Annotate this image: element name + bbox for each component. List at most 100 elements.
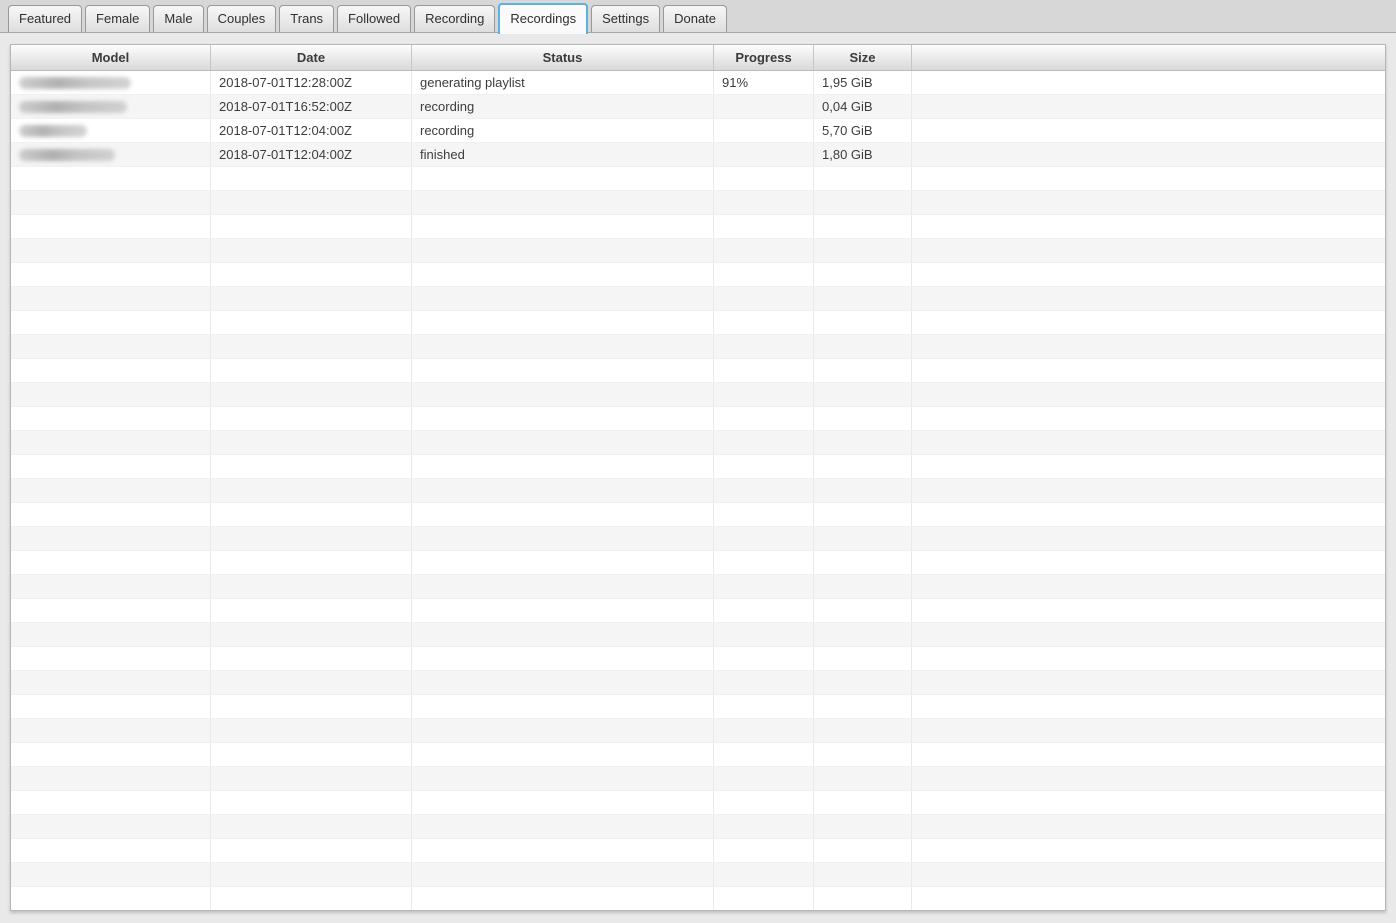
tab-featured[interactable]: Featured [8,5,83,32]
cell-progress [714,215,814,238]
cell-size [814,455,912,478]
cell-progress [714,431,814,454]
tab-settings[interactable]: Settings [591,5,661,32]
cell-progress [714,335,814,358]
cell-date [211,431,412,454]
column-header-size[interactable]: Size [814,45,912,70]
column-header-progress[interactable]: Progress [714,45,814,70]
cell-status [412,887,714,910]
cell-model [11,407,211,430]
tab-couples[interactable]: Couples [206,5,277,32]
cell-date [211,503,412,526]
cell-model [11,335,211,358]
table-row-empty [11,479,1385,503]
cell-filler [912,503,1385,526]
cell-size [814,599,912,622]
tab-trans[interactable]: Trans [279,5,335,32]
cell-size [814,167,912,190]
table-row[interactable]: 2018-07-01T12:28:00Z generating playlist 9… [11,71,1385,95]
cell-date [211,767,412,790]
cell-progress [714,239,814,262]
cell-filler [912,191,1385,214]
tab-recording[interactable]: Recording [414,5,496,32]
cell-size [814,287,912,310]
cell-size [814,263,912,286]
cell-date [211,455,412,478]
table-row-empty [11,527,1385,551]
cell-date [211,863,412,886]
cell-model [11,503,211,526]
column-header-status[interactable]: Status [412,45,714,70]
cell-size [814,551,912,574]
cell-progress [714,119,814,142]
cell-model [11,71,211,94]
cell-progress [714,143,814,166]
cell-size [814,575,912,598]
cell-model [11,215,211,238]
cell-filler [912,647,1385,670]
cell-status [412,743,714,766]
table-row-empty [11,263,1385,287]
cell-progress [714,839,814,862]
table-row-empty [11,599,1385,623]
tab-recordings[interactable]: Recordings [498,3,589,34]
cell-progress [714,791,814,814]
cell-size: 0,04 GiB [814,95,912,118]
table-row[interactable]: 2018-07-01T16:52:00Z recording 0,04 GiB [11,95,1385,119]
cell-date [211,719,412,742]
cell-progress [714,407,814,430]
tab-male[interactable]: Male [153,5,204,32]
cell-size [814,335,912,358]
tab-donate[interactable]: Donate [663,5,728,32]
table-row-empty [11,215,1385,239]
cell-size [814,839,912,862]
cell-model [11,143,211,166]
cell-model [11,287,211,310]
cell-status: finished [412,143,714,166]
cell-status [412,647,714,670]
cell-model [11,167,211,190]
column-header-model[interactable]: Model [11,45,211,70]
cell-date [211,815,412,838]
cell-size [814,479,912,502]
cell-filler [912,815,1385,838]
cell-filler [912,359,1385,382]
cell-date [211,623,412,646]
cell-model [11,551,211,574]
table-row[interactable]: 2018-07-01T12:04:00Z recording 5,70 GiB [11,119,1385,143]
cell-date [211,479,412,502]
cell-date [211,695,412,718]
cell-status [412,767,714,790]
cell-status: recording [412,119,714,142]
redacted-model-name [19,149,115,161]
table-row-empty [11,743,1385,767]
cell-progress [714,671,814,694]
cell-status [412,791,714,814]
cell-date [211,335,412,358]
cell-model [11,863,211,886]
cell-progress [714,575,814,598]
cell-date [211,671,412,694]
cell-size [814,671,912,694]
cell-date [211,551,412,574]
cell-size [814,239,912,262]
cell-date: 2018-07-01T16:52:00Z [211,95,412,118]
tab-female[interactable]: Female [85,5,151,32]
cell-filler [912,263,1385,286]
table-row-empty [11,431,1385,455]
cell-progress [714,95,814,118]
table-row-empty [11,863,1385,887]
cell-progress [714,743,814,766]
cell-date [211,383,412,406]
cell-model [11,455,211,478]
cell-date [211,887,412,910]
column-header-date[interactable]: Date [211,45,412,70]
cell-progress [714,383,814,406]
tab-followed[interactable]: Followed [337,5,412,32]
cell-date [211,599,412,622]
cell-progress [714,863,814,886]
redacted-model-name [19,125,87,137]
table-row[interactable]: 2018-07-01T12:04:00Z finished 1,80 GiB [11,143,1385,167]
column-header-filler [912,45,1385,70]
cell-filler [912,551,1385,574]
